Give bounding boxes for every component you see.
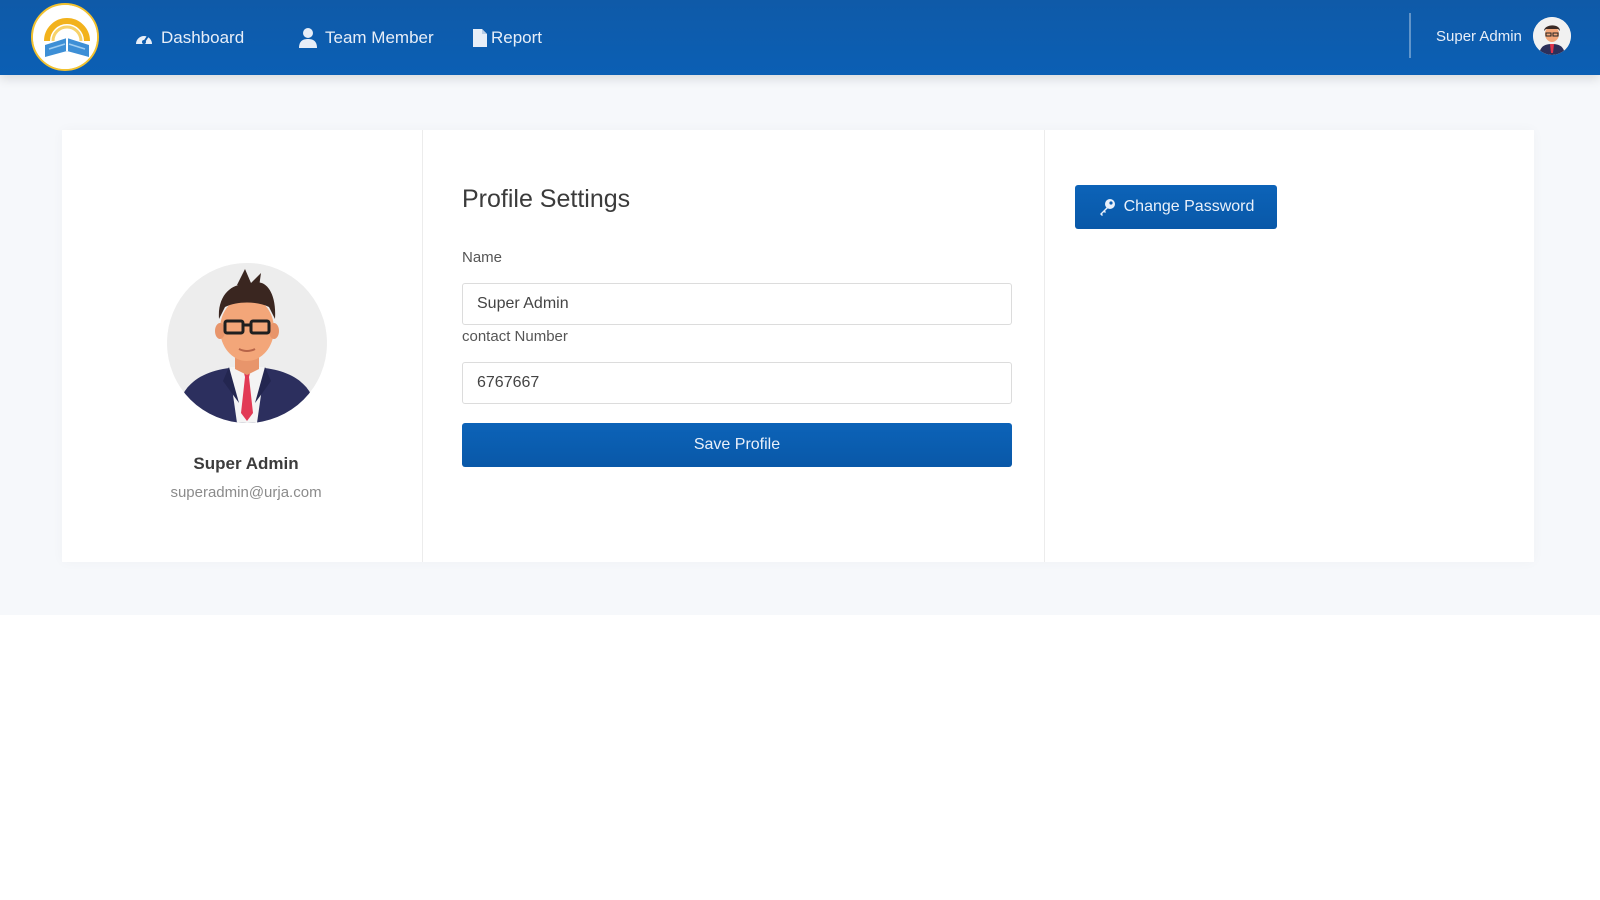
name-label: Name bbox=[462, 249, 503, 266]
profile-avatar bbox=[167, 263, 327, 423]
profile-email: superadmin@urja.com bbox=[170, 484, 322, 501]
page-title: Profile Settings bbox=[462, 185, 631, 213]
key-icon bbox=[1098, 198, 1116, 216]
user-avatar bbox=[1532, 17, 1571, 55]
contact-number-label: contact Number bbox=[462, 328, 568, 345]
user-menu[interactable]: Super Admin bbox=[1436, 0, 1571, 72]
nav-team-member-label: Team Member bbox=[325, 27, 434, 47]
nav-dashboard-label: Dashboard bbox=[161, 27, 245, 47]
profile-name: Super Admin bbox=[193, 454, 299, 473]
save-profile-button[interactable]: Save Profile bbox=[462, 423, 1012, 467]
column-divider-right bbox=[1044, 130, 1045, 562]
user-icon bbox=[297, 27, 319, 49]
brand-logo[interactable] bbox=[31, 3, 99, 71]
navbar-divider bbox=[1409, 13, 1411, 58]
profile-card: Super Admin superadmin@urja.com Profile … bbox=[62, 130, 1534, 562]
nav-report-label: Report bbox=[491, 27, 543, 47]
name-input[interactable] bbox=[462, 283, 1012, 325]
top-navbar: Dashboard Team Member Report Super Admin bbox=[0, 0, 1600, 75]
change-password-button[interactable]: Change Password bbox=[1075, 185, 1277, 229]
nav-report[interactable]: Report bbox=[472, 0, 542, 75]
nav-dashboard[interactable]: Dashboard bbox=[133, 0, 244, 75]
contact-number-input[interactable] bbox=[462, 362, 1012, 404]
book-sun-logo-icon bbox=[33, 5, 97, 69]
dashboard-icon bbox=[133, 27, 155, 49]
change-password-label: Change Password bbox=[1123, 198, 1255, 215]
user-menu-name: Super Admin bbox=[1436, 27, 1522, 45]
nav-team-member[interactable]: Team Member bbox=[297, 0, 434, 75]
file-icon bbox=[472, 27, 488, 49]
